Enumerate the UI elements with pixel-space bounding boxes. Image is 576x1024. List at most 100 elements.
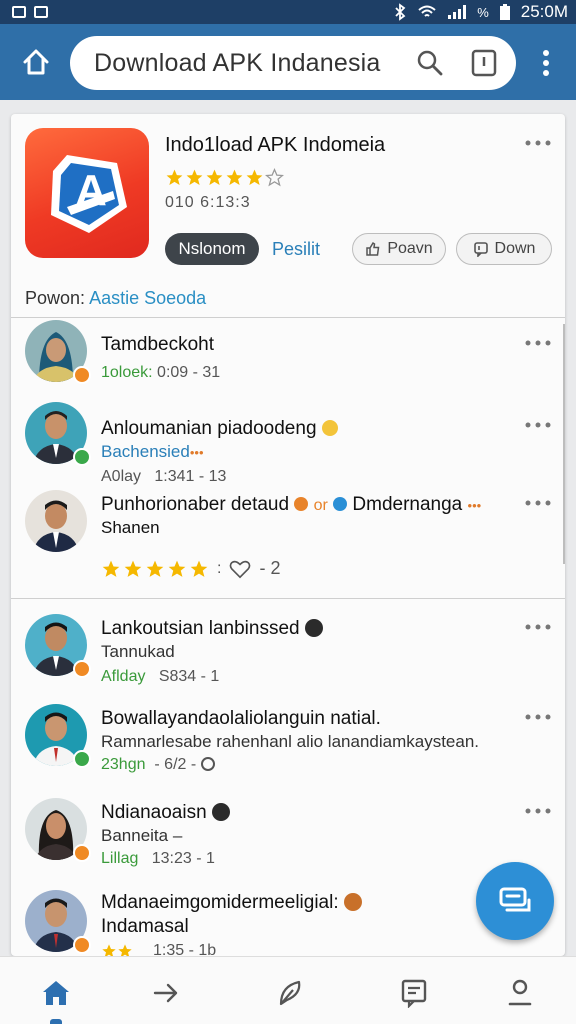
app-title: Indo1load APK Indomeia bbox=[165, 134, 386, 156]
star-filled-icon bbox=[118, 944, 132, 956]
bluetooth-icon bbox=[395, 3, 406, 21]
avatar[interactable] bbox=[25, 490, 87, 552]
reviewer-name: Lankoutsian lanbinssed bbox=[101, 618, 323, 640]
review-item[interactable]: Punhorionaber detaud or Dmdernanga ••• S… bbox=[11, 488, 565, 598]
secondary-link[interactable]: Pesilit bbox=[272, 239, 320, 260]
more-options-icon[interactable] bbox=[525, 714, 551, 720]
avatar[interactable] bbox=[25, 704, 91, 768]
reviewer-subtitle: Indamasal bbox=[101, 916, 189, 937]
thumbs-up-icon bbox=[366, 241, 380, 256]
review-meta-value: 13:23 - 1 bbox=[151, 850, 215, 867]
more-options-icon[interactable] bbox=[525, 624, 551, 630]
reviewer-name: Mdanaeimgomidermeeligial: bbox=[101, 892, 362, 914]
star-filled-icon bbox=[190, 560, 208, 577]
reviewer-subtitle-text: Bachensied bbox=[101, 442, 190, 461]
comment-icon bbox=[473, 242, 488, 257]
more-options-icon[interactable] bbox=[525, 422, 551, 428]
app-logo: A bbox=[25, 128, 149, 258]
nav-profile[interactable] bbox=[500, 975, 540, 1011]
review-meta: A0lay 1:341 - 13 bbox=[101, 468, 226, 486]
battery-percent: % bbox=[477, 4, 489, 20]
avatar[interactable] bbox=[25, 402, 91, 466]
reviewer-name: Tamdbeckoht bbox=[101, 334, 215, 355]
reviewer-subtitle: Shanen bbox=[101, 518, 160, 537]
reviewer-subtitle: Bachensied••• bbox=[101, 442, 204, 461]
review-meta-label: Aflday bbox=[101, 668, 146, 685]
divider bbox=[11, 598, 565, 599]
avatar[interactable] bbox=[25, 890, 91, 954]
compose-fab[interactable] bbox=[476, 862, 554, 940]
review-meta-label: 1oloek: bbox=[101, 364, 153, 381]
star-filled-icon bbox=[168, 560, 186, 577]
review-meta: 1oloek: 0:09 - 31 bbox=[101, 364, 220, 382]
nav-home[interactable] bbox=[36, 975, 76, 1011]
notification-icon bbox=[34, 6, 48, 18]
review-item[interactable]: Bowallayandaolaliolanguin natial. Ramnar… bbox=[11, 700, 565, 792]
power-button[interactable]: Poavn bbox=[352, 233, 446, 265]
primary-action-button[interactable]: Nslonom bbox=[165, 233, 259, 265]
review-meta-label: 23hgn bbox=[101, 756, 146, 773]
star-filled-icon bbox=[246, 169, 263, 186]
review-meta-label: A0lay bbox=[101, 468, 142, 485]
feather-icon bbox=[279, 980, 301, 1006]
avatar[interactable] bbox=[25, 320, 91, 384]
review-meta: Aflday S834 - 1 bbox=[101, 668, 219, 686]
notification-icon bbox=[12, 6, 26, 18]
star-filled-icon bbox=[226, 169, 243, 186]
home-outline-icon bbox=[23, 49, 49, 75]
review-item[interactable]: Anloumanian piadoodeng Bachensied••• A0l… bbox=[11, 400, 565, 485]
app-detail-card: A Indo1load APK Indomeia 010 6:13:3 Nslo… bbox=[11, 114, 565, 956]
clock: 25:0M bbox=[520, 2, 568, 21]
reviewer-name-extra2: Dmdernanga bbox=[352, 494, 463, 515]
star-filled-icon bbox=[102, 944, 116, 956]
review-item[interactable]: Tamdbeckoht 1oloek: 0:09 - 31 bbox=[11, 318, 565, 400]
nav-messages[interactable] bbox=[394, 975, 434, 1011]
more-options-icon[interactable] bbox=[525, 340, 551, 346]
badge-orange bbox=[73, 844, 91, 862]
review-item[interactable]: Ndianaoaisn Banneita – Lillag 13:23 - 1 bbox=[11, 794, 565, 884]
nav-feather[interactable] bbox=[270, 975, 310, 1011]
reviewer-name-text: Punhorionaber detaud bbox=[101, 494, 290, 515]
heart-icon[interactable] bbox=[229, 559, 251, 579]
overflow-menu-button[interactable] bbox=[534, 46, 558, 80]
reviewer-name-text: Ndianaoaisn bbox=[101, 802, 207, 823]
review-meta-label: Lillag bbox=[101, 850, 139, 867]
review-meta-value: - 6/2 - bbox=[154, 756, 197, 773]
review-meta: Lillag 13:23 - 1 bbox=[101, 850, 215, 868]
fire-emoji-icon bbox=[343, 893, 362, 911]
reviewer-name: Punhorionaber detaud or Dmdernanga ••• bbox=[101, 494, 482, 515]
home-button[interactable] bbox=[18, 44, 54, 80]
download-button[interactable]: Down bbox=[456, 233, 552, 265]
reviewer-subtitle: Ramnarlesabe rahenhanl alio lanandiamkay… bbox=[101, 732, 480, 751]
signal-icon bbox=[448, 5, 467, 19]
scrollbar[interactable] bbox=[563, 324, 565, 564]
more-options-icon[interactable] bbox=[525, 500, 551, 506]
rating-stars bbox=[165, 168, 284, 187]
review-meta: : - 2 bbox=[101, 558, 280, 579]
arrow-right-icon bbox=[153, 983, 178, 1003]
owner-name[interactable]: Aastie Soeoda bbox=[89, 288, 206, 308]
home-icon bbox=[43, 981, 69, 1005]
tab-switcher-icon[interactable] bbox=[470, 48, 498, 78]
avatar[interactable] bbox=[25, 798, 91, 862]
reviewer-subtitle: Banneita – bbox=[101, 826, 183, 845]
search-query[interactable]: Download APK Indanesia bbox=[94, 49, 381, 78]
star-filled-icon bbox=[186, 169, 203, 186]
reviewer-name: Bowallayandaolaliolanguin natial. bbox=[101, 708, 381, 729]
review-item[interactable]: Lankoutsian lanbinssed Tannukad Aflday S… bbox=[11, 610, 565, 698]
wifi-icon bbox=[418, 5, 436, 17]
dark-emoji-icon bbox=[211, 803, 230, 821]
status-bar: % 25:0M bbox=[0, 0, 576, 24]
reviewer-name-extra: or bbox=[313, 497, 328, 514]
more-options-icon[interactable] bbox=[525, 808, 551, 814]
search-bar[interactable]: Download APK Indanesia bbox=[70, 36, 516, 90]
more-options-icon[interactable] bbox=[525, 140, 551, 146]
avatar[interactable] bbox=[25, 614, 91, 678]
reviewer-name-text: Mdanaeimgomidermeeligial: bbox=[101, 892, 339, 913]
nav-forward[interactable] bbox=[146, 975, 186, 1011]
search-icon[interactable] bbox=[416, 49, 444, 77]
clock-icon bbox=[200, 757, 215, 771]
owner-label: Powon: bbox=[25, 288, 86, 308]
badge-green bbox=[73, 750, 91, 768]
active-tab-indicator bbox=[50, 1019, 62, 1024]
